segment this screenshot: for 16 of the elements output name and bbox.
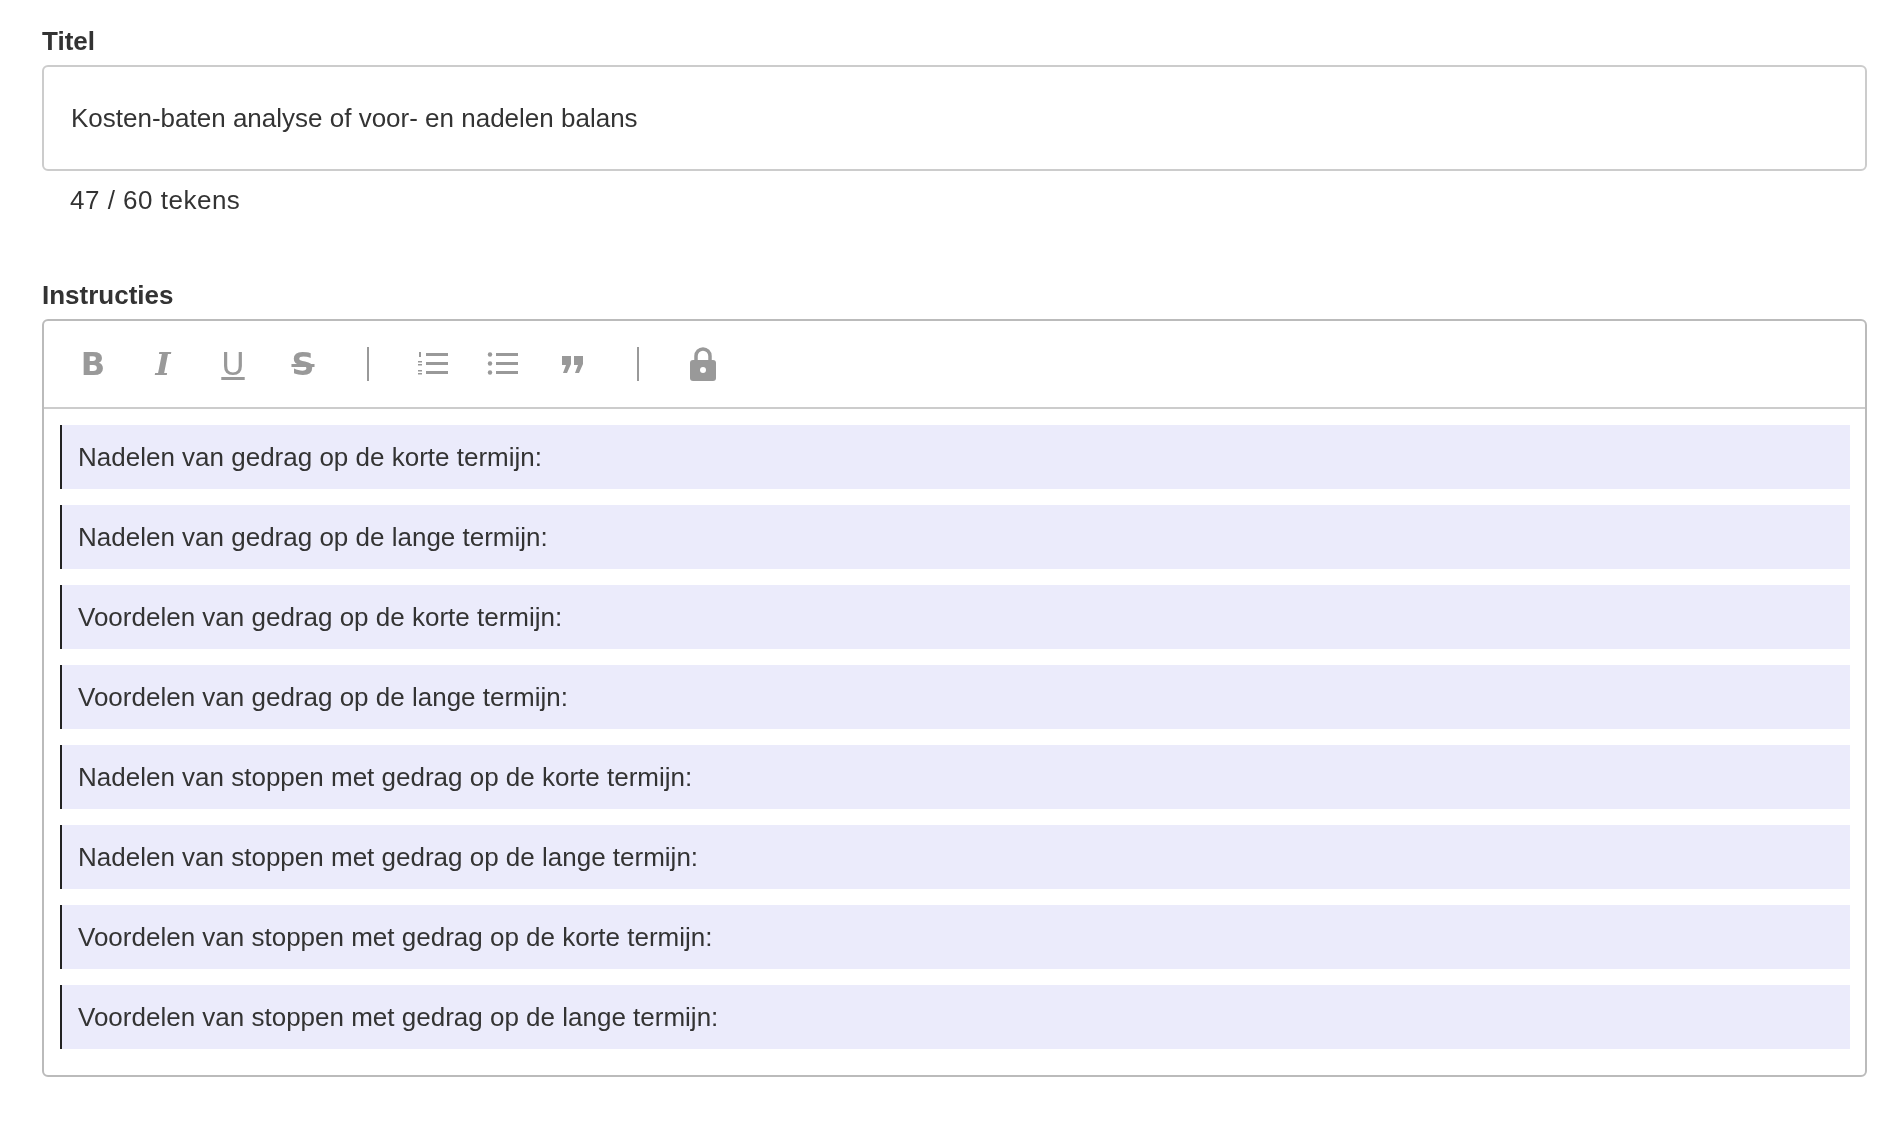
underline-button[interactable]: U xyxy=(198,339,268,389)
blockquote: Voordelen van gedrag op de lange termijn: xyxy=(60,665,1850,729)
field-label: Titel xyxy=(42,26,96,57)
field-label: Instructies xyxy=(42,280,175,311)
blockquote: Nadelen van stoppen met gedrag op de korte termijn: xyxy=(60,745,1850,809)
blockquote: Nadelen van gedrag op de lange termijn: xyxy=(60,505,1850,569)
blockquote: Voordelen van gedrag op de korte termijn: xyxy=(60,585,1850,649)
italic-button[interactable]: I xyxy=(128,339,198,389)
character-counter: 47 / 60 tekens xyxy=(69,184,242,217)
blockquote: Voordelen van stoppen met gedrag op de korte termijn: xyxy=(60,905,1850,969)
blockquote: Nadelen van gedrag op de korte termijn: xyxy=(60,425,1850,489)
bold-button[interactable]: B xyxy=(58,339,128,389)
blockquote: Nadelen van stoppen met gedrag op de lange termijn: xyxy=(60,825,1850,889)
blockquote: Voordelen van stoppen met gedrag op de lange termijn: xyxy=(60,985,1850,1049)
strikethrough-button[interactable]: S xyxy=(268,339,338,389)
title-input-field[interactable]: Kosten-baten analyse of voor- en nadelen balans xyxy=(42,65,1867,171)
